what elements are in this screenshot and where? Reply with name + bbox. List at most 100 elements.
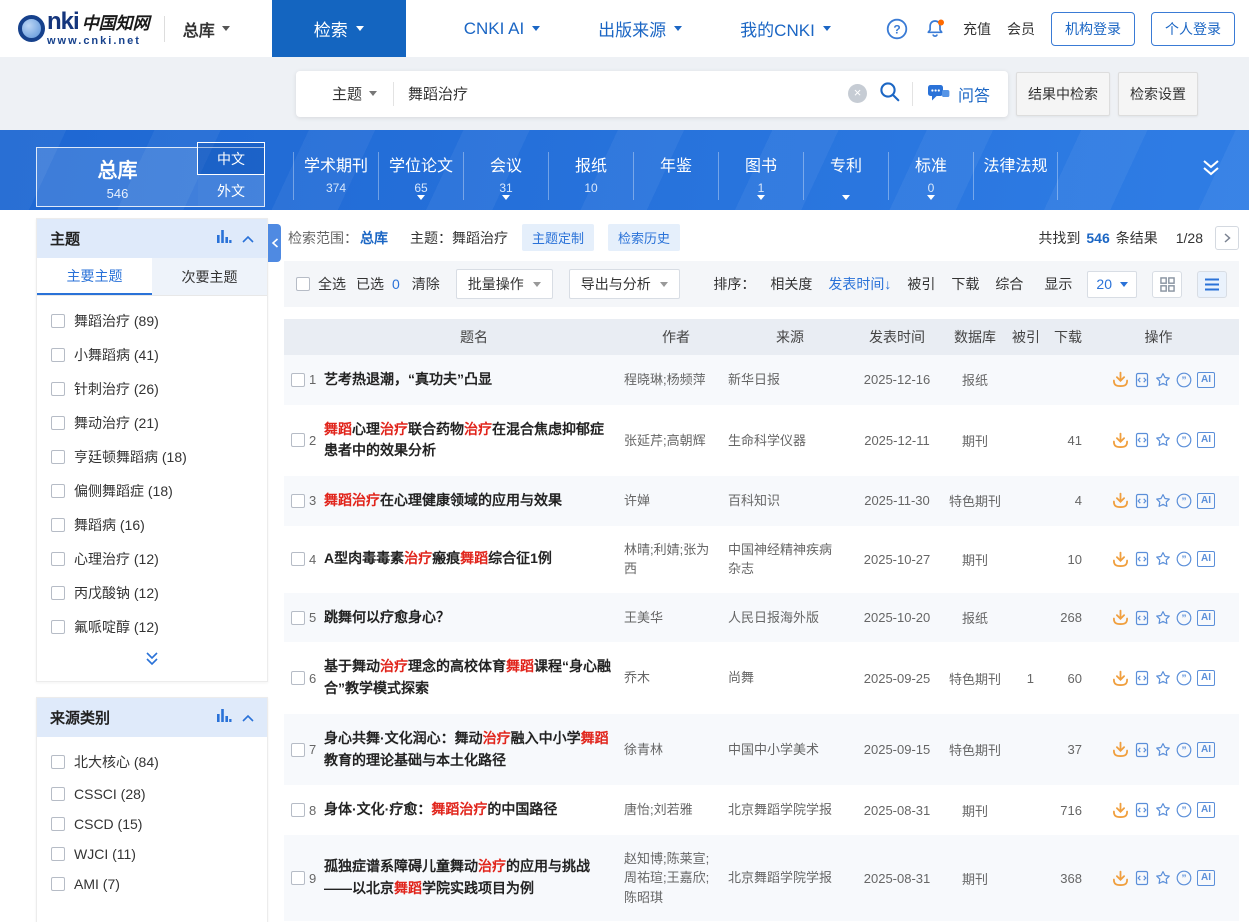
- favorite-icon[interactable]: [1155, 551, 1171, 567]
- filter-checkbox[interactable]: [51, 518, 65, 532]
- favorite-icon[interactable]: [1155, 493, 1171, 509]
- result-source[interactable]: 中国中小学美术: [728, 740, 852, 760]
- result-source[interactable]: 尚舞: [728, 668, 852, 688]
- page-size-select[interactable]: 20: [1087, 271, 1137, 298]
- sort-option[interactable]: 发表时间↓: [828, 274, 891, 294]
- download-icon[interactable]: [1112, 609, 1129, 626]
- row-checkbox[interactable]: [291, 871, 305, 885]
- read-icon[interactable]: [1134, 870, 1150, 886]
- read-icon[interactable]: [1134, 372, 1150, 388]
- topic-filter-item[interactable]: 舞动治疗 (21): [37, 406, 267, 440]
- read-icon[interactable]: [1134, 610, 1150, 626]
- favorite-icon[interactable]: [1155, 372, 1171, 388]
- sort-option[interactable]: 综合: [995, 274, 1023, 294]
- nav-expand-icon[interactable]: [1199, 157, 1223, 184]
- filter-checkbox[interactable]: [51, 484, 65, 498]
- row-checkbox[interactable]: [291, 671, 305, 685]
- result-source[interactable]: 中国神经精神疾病杂志: [728, 540, 852, 579]
- bar-chart-icon[interactable]: [217, 709, 232, 727]
- topic-filter-item[interactable]: 心理治疗 (12): [37, 542, 267, 576]
- cite-icon[interactable]: ”: [1176, 610, 1192, 626]
- row-checkbox[interactable]: [291, 552, 305, 566]
- result-title[interactable]: 身体·文化·疗愈：舞蹈治疗的中国路径: [324, 799, 624, 821]
- sort-option[interactable]: 下载: [951, 274, 979, 294]
- chevron-up-icon[interactable]: [242, 230, 254, 248]
- tab-main-topic[interactable]: 主要主题: [37, 258, 152, 295]
- favorite-icon[interactable]: [1155, 610, 1171, 626]
- clear-selection-button[interactable]: 清除: [412, 274, 440, 294]
- topic-filter-item[interactable]: 亨廷顿舞蹈病 (18): [37, 440, 267, 474]
- topic-filter-item[interactable]: 丙戊酸钠 (12): [37, 576, 267, 610]
- read-icon[interactable]: [1134, 742, 1150, 758]
- download-icon[interactable]: [1112, 432, 1129, 449]
- db-nav-item[interactable]: 法律法规: [973, 152, 1058, 200]
- filter-checkbox[interactable]: [51, 314, 65, 328]
- filter-checkbox[interactable]: [51, 620, 65, 634]
- result-title[interactable]: 舞蹈心理治疗联合药物治疗在混合焦虑抑郁症患者中的效果分析: [324, 419, 624, 462]
- result-title[interactable]: 孤独症谱系障碍儿童舞动治疗的应用与挑战——以北京舞蹈学院实践项目为例: [324, 856, 624, 899]
- result-source[interactable]: 生命科学仪器: [728, 431, 852, 451]
- source-filter-item[interactable]: WJCI (11): [37, 839, 267, 869]
- result-authors[interactable]: 徐青林: [624, 740, 728, 760]
- search-settings-button[interactable]: 检索设置: [1118, 72, 1198, 116]
- result-source[interactable]: 北京舞蹈学院学报: [728, 800, 852, 820]
- cite-icon[interactable]: ”: [1176, 493, 1192, 509]
- read-icon[interactable]: [1134, 432, 1150, 448]
- row-checkbox[interactable]: [291, 373, 305, 387]
- source-filter-item[interactable]: CSSCI (28): [37, 779, 267, 809]
- download-icon[interactable]: [1112, 492, 1129, 509]
- filter-checkbox[interactable]: [51, 382, 65, 396]
- db-nav-item[interactable]: 学术期刊374: [293, 152, 378, 200]
- tab-cnki-ai[interactable]: CNKI AI: [464, 19, 540, 39]
- result-title[interactable]: 跳舞何以疗愈身心？: [324, 607, 624, 629]
- ai-icon[interactable]: AI: [1197, 870, 1215, 886]
- result-authors[interactable]: 王美华: [624, 608, 728, 628]
- filter-checkbox[interactable]: [51, 817, 65, 831]
- filter-checkbox[interactable]: [51, 877, 65, 891]
- lang-tab-foreign[interactable]: 外文: [198, 175, 264, 206]
- search-input[interactable]: [394, 85, 848, 102]
- cnki-logo[interactable]: nki 中国知网 www.cnki.net: [18, 10, 150, 47]
- topic-filter-item[interactable]: 舞蹈病 (16): [37, 508, 267, 542]
- search-field-selector[interactable]: 主题: [296, 83, 393, 104]
- result-source[interactable]: 新华日报: [728, 370, 852, 390]
- topic-custom-button[interactable]: 主题定制: [522, 224, 594, 251]
- search-in-results-button[interactable]: 结果中检索: [1016, 72, 1110, 116]
- filter-checkbox[interactable]: [51, 755, 65, 769]
- clear-search-icon[interactable]: ×: [848, 84, 867, 103]
- result-authors[interactable]: 张延芹;高朝辉: [624, 431, 728, 451]
- tab-search[interactable]: 检索: [272, 0, 406, 57]
- next-page-button[interactable]: [1215, 226, 1239, 250]
- row-checkbox[interactable]: [291, 611, 305, 625]
- topic-filter-item[interactable]: 偏侧舞蹈症 (18): [37, 474, 267, 508]
- download-icon[interactable]: [1112, 802, 1129, 819]
- ai-icon[interactable]: AI: [1197, 802, 1215, 818]
- cite-icon[interactable]: ”: [1176, 551, 1192, 567]
- lang-tab-chinese[interactable]: 中文: [197, 142, 265, 175]
- db-selector-dropdown[interactable]: 总库: [183, 17, 230, 41]
- expand-more-icon[interactable]: [37, 646, 267, 681]
- cite-icon[interactable]: ”: [1176, 670, 1192, 686]
- bar-chart-icon[interactable]: [217, 230, 232, 248]
- filter-checkbox[interactable]: [51, 348, 65, 362]
- row-checkbox[interactable]: [291, 803, 305, 817]
- favorite-icon[interactable]: [1155, 742, 1171, 758]
- topic-filter-item[interactable]: 舞蹈治疗 (89): [37, 304, 267, 338]
- topic-filter-item[interactable]: 氟哌啶醇 (12): [37, 610, 267, 644]
- recharge-link[interactable]: 充值: [963, 19, 991, 39]
- qa-button[interactable]: 问答: [913, 82, 1008, 106]
- result-title[interactable]: A型肉毒毒素治疗瘢痕舞蹈综合征1例: [324, 548, 624, 570]
- ai-icon[interactable]: AI: [1197, 742, 1215, 758]
- download-icon[interactable]: [1112, 371, 1129, 388]
- cite-icon[interactable]: ”: [1176, 742, 1192, 758]
- read-icon[interactable]: [1134, 551, 1150, 567]
- topic-filter-item[interactable]: 小舞蹈病 (41): [37, 338, 267, 372]
- ai-icon[interactable]: AI: [1197, 610, 1215, 626]
- topic-filter-item[interactable]: 针刺治疗 (26): [37, 372, 267, 406]
- db-nav-item[interactable]: 标准0: [888, 152, 973, 200]
- sort-option[interactable]: 相关度: [770, 274, 812, 294]
- source-filter-item[interactable]: CSCD (15): [37, 809, 267, 839]
- chevron-up-icon[interactable]: [242, 709, 254, 727]
- db-nav-item[interactable]: 年鉴: [633, 152, 718, 200]
- filter-checkbox[interactable]: [51, 586, 65, 600]
